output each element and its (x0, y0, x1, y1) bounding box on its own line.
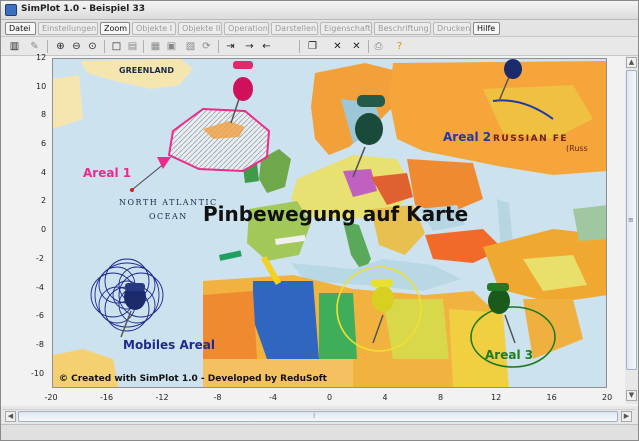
refresh-icon[interactable]: ⟳ (200, 40, 213, 53)
copy-icon[interactable]: ❐ (306, 40, 319, 53)
calculator-icon[interactable]: ▥ (8, 40, 21, 53)
menu-eigenschaft[interactable]: Eigenschaft (320, 22, 372, 35)
map-image: GREENLAND RUSSIAN FE (Russ NORTH ATLANTI… (52, 58, 607, 388)
areal-1-label: Areal 1 (83, 166, 131, 180)
grid-icon[interactable]: ▦ (149, 40, 162, 53)
export-icon[interactable]: ▧ (184, 40, 197, 53)
mobiles-areal-label: Mobiles Areal (123, 338, 215, 352)
window-title: SimPlot 1.0 - Beispiel 33 (21, 4, 145, 14)
x-tick-label: -16 (100, 393, 114, 402)
toolbar-separator (299, 40, 300, 53)
x-tick-label: 12 (491, 393, 502, 402)
x-tick-label: 16 (546, 393, 557, 402)
x-tick-label: -12 (155, 393, 169, 402)
menu-objekte-2[interactable]: Objekte II (178, 22, 222, 35)
menu-zoom[interactable]: Zoom (100, 22, 130, 35)
y-tick-label: -6 (36, 311, 44, 321)
arrow-right-icon[interactable]: → (243, 40, 256, 53)
title-bar: SimPlot 1.0 - Beispiel 33 (1, 1, 638, 20)
toolbar-separator (104, 40, 105, 53)
scroll-grip-icon: ⁞ (313, 412, 316, 420)
y-tick-label: -4 (36, 282, 44, 292)
menu-datei[interactable]: Datei (5, 22, 36, 35)
toolbar-separator (218, 40, 219, 53)
central-asia-region (573, 205, 606, 241)
menu-hilfe[interactable]: Hilfe (473, 22, 500, 35)
rectangle-icon[interactable]: □ (110, 40, 123, 53)
areal-2-label: Areal 2 (443, 130, 491, 144)
y-tick-label: 6 (41, 139, 47, 149)
label-ocean: OCEAN (149, 212, 188, 221)
label-russian-fe: RUSSIAN FE (493, 134, 568, 144)
y-tick-label: -8 (36, 339, 44, 349)
x-tick-label: 20 (602, 393, 613, 402)
zoom-out-icon[interactable]: ⊖ (70, 40, 83, 53)
x-tick-label: -20 (44, 393, 58, 402)
toolbar-separator (143, 40, 144, 53)
scroll-grip-icon: ≡ (628, 216, 634, 224)
areal-1-point[interactable] (130, 188, 134, 192)
y-tick-label: 2 (41, 196, 47, 206)
delete-icon[interactable]: ✕ (331, 40, 344, 53)
y-tick-label: -10 (31, 368, 45, 378)
toolbar-separator (47, 40, 48, 53)
menu-operation[interactable]: Operation (224, 22, 269, 35)
y-tick-label: 12 (36, 53, 47, 62)
help-icon[interactable]: ? (393, 40, 406, 53)
delete-all-icon[interactable]: ✕ (350, 40, 363, 53)
menu-drucken[interactable]: Drucken (433, 22, 471, 35)
zoom-in-icon[interactable]: ⊕ (54, 40, 67, 53)
zoom-fit-icon[interactable]: ⊙ (86, 40, 99, 53)
plot-area: 12 10 8 6 4 2 0 -2 -4 -6 -8 -10 -20 -16 -12 -8 -4 0 4 8 12 1… (1, 53, 638, 406)
scroll-right-icon[interactable]: ▶ (621, 411, 632, 422)
menu-einstellungen[interactable]: Einstellungen (38, 22, 98, 35)
status-bar (1, 424, 638, 440)
menu-objekte-1[interactable]: Objekte I (132, 22, 176, 35)
credit-text: © Created with SimPlot 1.0 - Developed b… (59, 374, 328, 384)
toolbar: ▥ ✎ ⊕ ⊖ ⊙ □ ▤ ▦ ▣ ▧ ⟳ ⇥ → ← ❐ ✕ ✕ ⎙ ? (1, 37, 638, 56)
y-tick-label: 10 (36, 81, 47, 91)
scroll-down-icon[interactable]: ▼ (626, 390, 637, 401)
y-tick-label: 0 (41, 225, 47, 235)
table-icon[interactable]: ▤ (126, 40, 139, 53)
label-russ: (Russ (566, 144, 588, 153)
y-tick-label: 4 (41, 167, 47, 177)
scroll-up-icon[interactable]: ▲ (626, 57, 637, 68)
app-icon (5, 4, 17, 16)
y-tick-label: 8 (41, 110, 47, 120)
pen-icon[interactable]: ✎ (28, 40, 41, 53)
x-tick-label: 4 (382, 393, 388, 402)
scroll-left-icon[interactable]: ◀ (5, 411, 16, 422)
menu-darstellen[interactable]: Darstellen (271, 22, 318, 35)
x-tick-label: 8 (438, 393, 444, 402)
y-tick-label: -2 (36, 253, 44, 263)
x-tick-label: 0 (327, 393, 333, 402)
map-title: Pinbewegung auf Karte (203, 202, 468, 226)
menu-beschriftung[interactable]: Beschriftung (374, 22, 431, 35)
app-window: SimPlot 1.0 - Beispiel 33 Datei Einstell… (0, 0, 639, 441)
menu-bar: Datei Einstellungen Zoom Objekte I Objek… (1, 20, 638, 37)
label-greenland: GREENLAND (119, 66, 174, 75)
areal-3-label: Areal 3 (485, 348, 533, 362)
x-tick-label: -4 (269, 393, 277, 402)
arrow-left-icon[interactable]: ← (260, 40, 273, 53)
map-svg: GREENLAND RUSSIAN FE (Russ NORTH ATLANTI… (53, 59, 606, 387)
grid2-icon[interactable]: ▣ (165, 40, 178, 53)
print-icon[interactable]: ⎙ (372, 40, 385, 53)
toolbar-separator (368, 40, 369, 53)
vertical-scrollbar[interactable]: ▲ ≡ ▼ (625, 56, 638, 404)
import-icon[interactable]: ⇥ (224, 40, 237, 53)
x-tick-label: -8 (213, 393, 222, 402)
horizontal-scrollbar[interactable]: ◀ ⁞ ▶ (3, 409, 635, 423)
